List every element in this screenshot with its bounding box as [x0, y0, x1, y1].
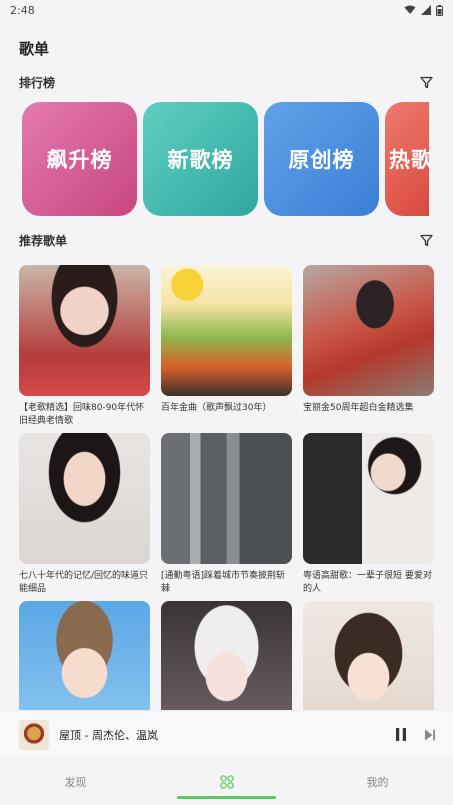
- playlist-grid: 【老歌精选】回味80-90年代怀旧经典老情歌 百年金曲（歌声飘过30年） 宝丽金…: [19, 265, 434, 710]
- tab-discover[interactable]: 发现: [0, 758, 151, 805]
- recommend-header: 推荐歌单: [19, 232, 434, 249]
- playlist-cover: [161, 265, 292, 396]
- page-title: 歌单: [19, 40, 50, 58]
- ranking-label: 排行榜: [19, 76, 56, 90]
- playlist-card[interactable]: [303, 601, 434, 710]
- ranking-carousel[interactable]: 飙升榜 新歌榜 原创榜 热歌榜: [22, 102, 453, 216]
- battery-icon: [436, 4, 443, 16]
- ranking-filter-icon[interactable]: [418, 75, 434, 91]
- rank-card-new[interactable]: 新歌榜: [143, 102, 258, 216]
- playlist-cover: [161, 601, 292, 710]
- grid-icon: [219, 774, 234, 789]
- playlist-cover: [19, 265, 150, 396]
- playlist-cover: [19, 433, 150, 564]
- status-bar: 2:48: [0, 0, 453, 20]
- signal-icon: [421, 5, 431, 15]
- rank-card-hot[interactable]: 热歌榜: [385, 102, 429, 216]
- ranking-header: 排行榜: [19, 74, 434, 91]
- playlist-card[interactable]: 【老歌精选】回味80-90年代怀旧经典老情歌: [19, 265, 150, 428]
- playlist-cover: [303, 601, 434, 710]
- playlist-title: 宝丽金50周年超白金精选集: [303, 403, 414, 413]
- playlist-cover: [19, 601, 150, 710]
- playlist-title: 粤语高甜歌：一辈子很短 要爱对的人: [303, 571, 432, 594]
- rank-card-soaring[interactable]: 飙升榜: [22, 102, 137, 216]
- playlist-cover: [161, 433, 292, 564]
- rank-card-original[interactable]: 原创榜: [264, 102, 379, 216]
- playlist-title: 百年金曲（歌声飘过30年）: [161, 403, 272, 413]
- playlist-title: [通勤粤语]踩着城市节奏披荆斩棘: [161, 571, 286, 594]
- now-playing-cover: [19, 719, 49, 750]
- playlist-card[interactable]: 粤语高甜歌：一辈子很短 要爱对的人: [303, 433, 434, 596]
- playlist-card[interactable]: [19, 601, 150, 710]
- bottom-tab-bar: 发现 我的: [0, 758, 453, 805]
- status-time: 2:48: [10, 3, 35, 17]
- playlist-cover: [303, 433, 434, 564]
- playlist-card[interactable]: 宝丽金50周年超白金精选集: [303, 265, 434, 428]
- recommend-label: 推荐歌单: [19, 234, 68, 248]
- playlist-card[interactable]: [161, 601, 292, 710]
- playlist-card[interactable]: [通勤粤语]踩着城市节奏披荆斩棘: [161, 433, 292, 596]
- playlist-title: 【老歌精选】回味80-90年代怀旧经典老情歌: [19, 403, 145, 426]
- playlist-cover: [303, 265, 434, 396]
- mini-player[interactable]: 屋顶 - 周杰伦、温岚: [0, 710, 453, 758]
- status-icons: [404, 4, 443, 16]
- pause-icon[interactable]: [391, 725, 411, 745]
- now-playing-title: 屋顶 - 周杰伦、温岚: [59, 728, 158, 742]
- tab-mine[interactable]: 我的: [302, 758, 453, 805]
- playlist-card[interactable]: 百年金曲（歌声飘过30年）: [161, 265, 292, 428]
- active-tab-indicator: [177, 796, 276, 799]
- wifi-icon: [404, 5, 416, 14]
- playlist-title: 七八十年代的记忆/回忆的味道只能细品: [19, 571, 149, 594]
- recommend-filter-icon[interactable]: [418, 233, 434, 249]
- next-track-icon[interactable]: [421, 726, 439, 744]
- playlist-card[interactable]: 七八十年代的记忆/回忆的味道只能细品: [19, 433, 150, 596]
